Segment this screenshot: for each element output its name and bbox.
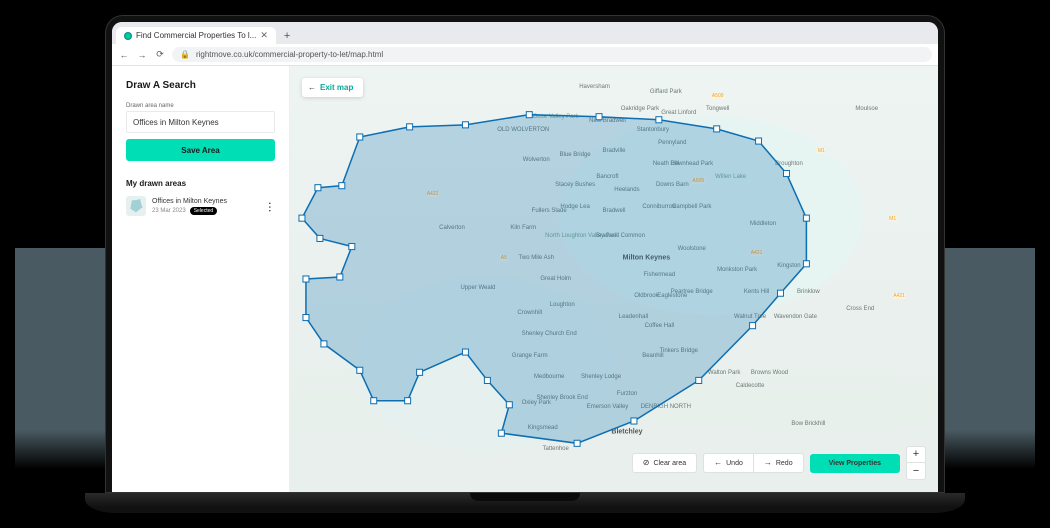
polygon-handle[interactable] [783, 170, 789, 176]
polygon-handle[interactable] [407, 124, 413, 130]
polygon-handle[interactable] [349, 244, 355, 250]
clear-area-label: Clear area [653, 460, 686, 467]
area-meta: Offices in Milton Keynes 23 Mar 2023 Sel… [152, 198, 259, 215]
laptop-base [85, 493, 965, 513]
polygon-handle[interactable] [656, 117, 662, 123]
browser-tab-bar: Find Commercial Properties To l... ✕ + [112, 22, 938, 44]
zoom-in-button[interactable]: + [907, 447, 925, 463]
polygon-handle[interactable] [596, 114, 602, 120]
polygon-handle[interactable] [526, 112, 532, 118]
address-url: rightmove.co.uk/commercial-property-to-l… [196, 50, 383, 59]
laptop-mockup: Find Commercial Properties To l... ✕ + ←… [105, 15, 945, 513]
polygon-handle[interactable] [484, 377, 490, 383]
polygon-handle[interactable] [498, 430, 504, 436]
tab-title: Find Commercial Properties To l... [136, 31, 256, 40]
redo-button[interactable]: → Redo [754, 453, 804, 473]
screen-bezel: Find Commercial Properties To l... ✕ + ←… [105, 15, 945, 493]
polygon-handle[interactable] [462, 122, 468, 128]
browser-reload-icon[interactable]: ⟳ [154, 49, 166, 61]
browser-forward-icon[interactable]: → [136, 49, 148, 61]
address-bar-input[interactable]: 🔒 rightmove.co.uk/commercial-property-to… [172, 47, 932, 62]
redo-arrow-icon: → [764, 459, 772, 467]
polygon-handle[interactable] [315, 185, 321, 191]
area-name-label: Drawn area name [126, 103, 275, 109]
kebab-menu-icon[interactable]: ⋯ [264, 201, 277, 211]
tab-favicon [124, 32, 132, 40]
map-toolbar: ⊘Clear area ←Undo →Redo View Properties … [632, 446, 926, 480]
polygon-handle[interactable] [339, 183, 345, 189]
polygon-handle[interactable] [317, 235, 323, 241]
polygon-handle[interactable] [777, 290, 783, 296]
save-area-button[interactable]: Save Area [126, 139, 275, 161]
polygon-handle[interactable] [371, 398, 377, 404]
polygon-handle[interactable] [303, 276, 309, 282]
new-tab-button[interactable]: + [278, 30, 296, 44]
exit-map-label: Exit map [320, 83, 353, 92]
polygon-handle[interactable] [337, 274, 343, 280]
redo-label: Redo [776, 460, 793, 467]
polygon-handle[interactable] [750, 323, 756, 329]
polygon-handle[interactable] [574, 440, 580, 446]
area-name-input[interactable] [126, 111, 275, 133]
browser-tab[interactable]: Find Commercial Properties To l... ✕ [116, 27, 276, 44]
polygon-handle[interactable] [303, 315, 309, 321]
clear-icon: ⊘ [643, 459, 650, 467]
sidebar: Draw A Search Drawn area name Save Area … [112, 66, 290, 492]
drawn-area-item[interactable]: Offices in Milton Keynes 23 Mar 2023 Sel… [126, 194, 275, 218]
undo-arrow-icon: ← [714, 459, 722, 467]
browser-back-icon[interactable]: ← [118, 49, 130, 61]
drawn-polygon[interactable] [302, 115, 806, 444]
area-thumbnail [126, 196, 146, 216]
back-arrow-icon: ← [308, 83, 316, 92]
close-tab-icon[interactable]: ✕ [260, 30, 268, 41]
polygon-handle[interactable] [631, 418, 637, 424]
undo-redo-group: ← Undo → Redo [703, 453, 803, 473]
view-properties-button[interactable]: View Properties [810, 454, 900, 473]
area-item-badge: Selected [190, 207, 217, 215]
polygon-handle[interactable] [803, 261, 809, 267]
undo-button[interactable]: ← Undo [703, 453, 754, 473]
polygon-handle[interactable] [462, 349, 468, 355]
map-pane[interactable]: HavershamGiffard ParkGreat LinfordTongwe… [290, 66, 938, 492]
polygon-handle[interactable] [506, 402, 512, 408]
polygon-handle[interactable] [321, 341, 327, 347]
polygon-handle[interactable] [357, 134, 363, 140]
my-areas-heading: My drawn areas [126, 179, 275, 188]
exit-map-button[interactable]: ← Exit map [302, 78, 363, 97]
zoom-control: + − [906, 446, 926, 480]
polygon-handle[interactable] [714, 126, 720, 132]
area-item-date: 23 Mar 2023 [152, 208, 186, 214]
trackpad-notch [470, 493, 580, 501]
page-title: Draw A Search [126, 80, 275, 91]
browser-address-row: ← → ⟳ 🔒 rightmove.co.uk/commercial-prope… [112, 44, 938, 66]
app-root: Draw A Search Drawn area name Save Area … [112, 66, 938, 492]
polygon-handle[interactable] [405, 398, 411, 404]
polygon-handle[interactable] [803, 215, 809, 221]
lock-icon: 🔒 [180, 50, 190, 59]
zoom-out-button[interactable]: − [907, 463, 925, 479]
clear-area-button[interactable]: ⊘Clear area [632, 453, 697, 473]
polygon-handle[interactable] [357, 367, 363, 373]
screen: Find Commercial Properties To l... ✕ + ←… [112, 22, 938, 492]
undo-label: Undo [726, 460, 743, 467]
polygon-handle[interactable] [756, 138, 762, 144]
polygon-handle[interactable] [299, 215, 305, 221]
polygon-handle[interactable] [417, 369, 423, 375]
drawn-polygon-layer[interactable] [290, 66, 938, 492]
area-item-title: Offices in Milton Keynes [152, 198, 259, 205]
polygon-handle[interactable] [696, 377, 702, 383]
